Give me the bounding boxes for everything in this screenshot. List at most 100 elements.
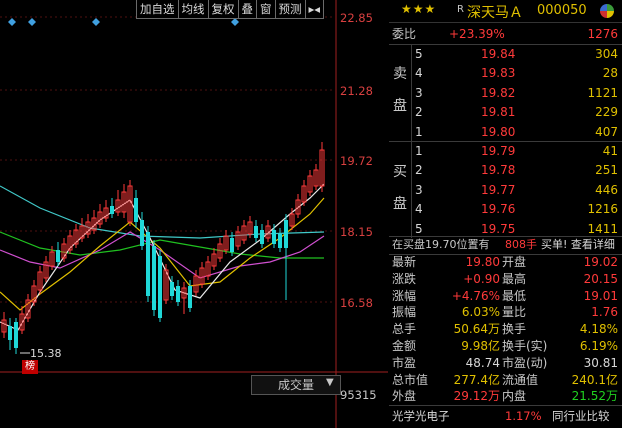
stat-label: 涨跌 [392, 271, 417, 286]
add-watchlist-button[interactable]: 加自选 [136, 0, 179, 19]
sell-order-row[interactable]: 2 19.81 229 [389, 102, 622, 122]
stat-label: 内盘 [502, 389, 527, 404]
sell-order-price: 19.83 [481, 66, 516, 81]
stat-label: 总市值 [392, 372, 429, 387]
y-tick-4: 18.15 [340, 225, 373, 239]
stat-value: 30.81 [583, 355, 618, 370]
y-tick-3: 19.72 [340, 154, 373, 168]
stats-row: 最新 19.80 开盘 19.02 [389, 254, 622, 271]
sell-order-level: 2 [415, 105, 423, 120]
stat-label: 振幅 [392, 305, 417, 320]
candle-body [158, 256, 162, 318]
adjust-button[interactable]: 复权 [208, 0, 239, 19]
stat-label: 涨幅 [392, 288, 417, 303]
candle-body [8, 326, 12, 340]
industry-compare-button[interactable]: 同行业比较 [552, 406, 610, 426]
ma-line-button[interactable]: 均线 [178, 0, 209, 19]
candle-body [110, 206, 114, 214]
candle-body [152, 246, 156, 310]
buy-order-level: 1 [415, 144, 423, 158]
quote-panel: ★★★ R 深天马Ａ 000050 委比 +23.39% 1276 卖 盘 51… [389, 0, 622, 428]
candle-body [14, 322, 18, 348]
rating-stars-icon: ★★★ [401, 2, 437, 16]
buy-order-row[interactable]: 2 19.78 251 [389, 160, 622, 180]
sell-order-row[interactable]: 3 19.82 1121 [389, 83, 622, 103]
stat-label: 换手(实) [502, 339, 548, 353]
candle-body [176, 286, 180, 302]
buy-order-level: 3 [415, 182, 423, 197]
candle-body [188, 286, 192, 308]
sell-order-row[interactable]: 1 19.80 407 [389, 122, 622, 142]
stat-value: 19.80 [465, 255, 500, 269]
chevron-down-icon[interactable]: ▼ [326, 377, 334, 388]
y-tick-5: 16.58 [340, 296, 373, 310]
kline-chart-area[interactable]: 加自选 均线 复权 叠 窗 预测 ▸◂ 22.85 21.28 19.72 18… [0, 0, 388, 428]
stats-row: 总市值 277.4亿 流通值 240.1亿 [389, 372, 622, 389]
buy-order-price: 19.79 [481, 144, 516, 158]
sell-order-price: 19.82 [481, 85, 516, 100]
buy-order-volume: 1216 [587, 202, 618, 217]
candle-body [278, 234, 282, 248]
stat-label: 流通值 [502, 372, 539, 387]
stat-label: 市盈 [392, 355, 417, 370]
alert-action-link[interactable]: 买单! 查看详细 [541, 236, 615, 254]
weibi-row: 委比 +23.39% 1276 [389, 24, 622, 44]
sell-order-row[interactable]: 5 19.84 304 [389, 44, 622, 64]
alert-qty: 808手 [505, 238, 537, 251]
stats-row: 金额 9.98亿 换手(实) 6.19% [389, 338, 622, 355]
candle-body [254, 226, 258, 238]
stats-row: 涨跌 +0.90 最高 20.15 [389, 271, 622, 288]
alert-text: 在买盘19.70位置有 [392, 238, 490, 251]
candle-body [284, 220, 288, 248]
buy-order-row[interactable]: 4 19.76 1216 [389, 199, 622, 219]
expand-arrow-icon[interactable]: ▸◂ [305, 0, 325, 19]
stats-row: 市盈 48.74 市盈(动) 30.81 [389, 355, 622, 372]
candle-body [170, 282, 174, 296]
buy-order-volume: 446 [595, 182, 618, 197]
buy-order-price: 19.77 [481, 182, 516, 197]
stat-value: 4.18% [579, 322, 618, 337]
large-order-alert[interactable]: 在买盘19.70位置有 808手 买单! 查看详细 [389, 236, 622, 254]
sell-order-price: 19.81 [481, 105, 516, 120]
chart-toolbar: 加自选 均线 复权 叠 窗 预测 ▸◂ [136, 0, 325, 19]
buy-order-price: 19.78 [481, 163, 516, 178]
stat-label: 最低 [502, 288, 527, 303]
stat-label: 换手 [502, 322, 527, 337]
kline-chart[interactable] [0, 0, 388, 428]
stock-name[interactable]: 深天马Ａ [467, 2, 523, 22]
rank-badge[interactable]: 榜 [22, 360, 38, 374]
stat-value: +0.90 [463, 271, 500, 286]
sell-order-volume: 1121 [587, 85, 618, 100]
candle-body [56, 250, 60, 262]
window-button[interactable]: 窗 [257, 0, 276, 19]
buy-order-row[interactable]: 3 19.77 446 [389, 180, 622, 200]
buy-order-row[interactable]: 1 19.79 41 [389, 141, 622, 161]
sell-order-volume: 229 [595, 105, 618, 120]
stat-value: 21.52万 [571, 389, 618, 404]
sell-order-volume: 28 [602, 66, 618, 81]
candle-body [272, 230, 276, 244]
sell-order-level: 5 [415, 47, 423, 61]
stat-value: 9.98亿 [461, 339, 500, 353]
candle-body [146, 232, 150, 296]
buy-order-price: 19.76 [481, 202, 516, 217]
chart-background [0, 0, 388, 428]
stat-value: 20.15 [583, 271, 618, 286]
globe-icon[interactable] [600, 4, 614, 18]
forecast-button[interactable]: 预测 [275, 0, 306, 19]
overlay-button[interactable]: 叠 [238, 0, 257, 19]
industry-name[interactable]: 光学光电子 [392, 406, 450, 426]
stats-row: 外盘 29.12万 内盘 21.52万 [389, 388, 622, 405]
weibi-value: +23.39% [449, 27, 505, 41]
sell-order-price: 19.80 [481, 124, 516, 139]
sell-order-row[interactable]: 4 19.83 28 [389, 63, 622, 83]
sell-order-level: 1 [415, 124, 423, 139]
buy-order-level: 2 [415, 163, 423, 178]
buy-order-level: 4 [415, 202, 423, 217]
stats-row: 振幅 6.03% 量比 1.76 [389, 304, 622, 321]
sell-order-volume: 304 [595, 47, 618, 61]
stat-label: 金额 [392, 339, 417, 353]
stock-code[interactable]: 000050 [537, 3, 587, 18]
sell-order-volume: 407 [595, 124, 618, 139]
y-tick-1: 22.85 [340, 11, 373, 25]
